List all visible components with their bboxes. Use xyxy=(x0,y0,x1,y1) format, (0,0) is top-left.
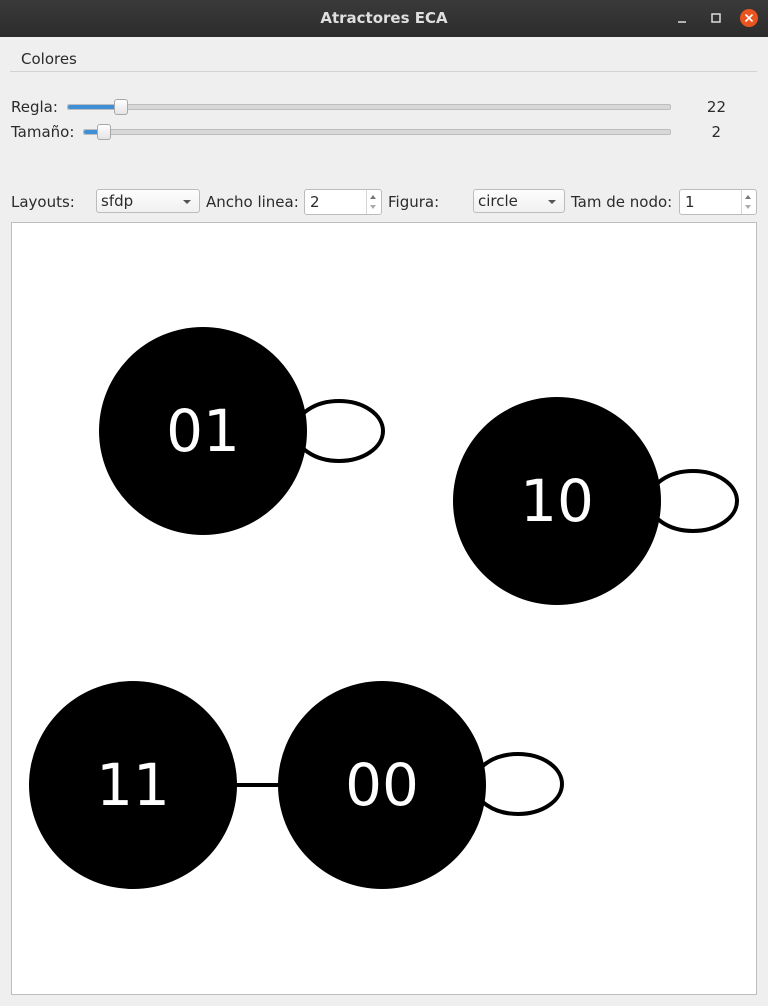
tam-nodo-value[interactable]: 1 xyxy=(685,193,695,211)
tam-nodo-label: Tam de nodo: xyxy=(571,193,673,211)
close-icon xyxy=(740,9,758,27)
title-bar: Atractores ECA xyxy=(0,0,768,37)
graph-node: 11 xyxy=(29,681,237,889)
tamano-slider[interactable] xyxy=(83,124,671,140)
graph-node: 00 xyxy=(278,681,486,889)
tamano-slider-handle[interactable] xyxy=(96,124,111,140)
stepper-down-icon[interactable] xyxy=(370,205,376,209)
figura-select[interactable]: circle xyxy=(473,189,565,213)
regla-slider-handle[interactable] xyxy=(113,99,128,115)
ancho-linea-stepper[interactable] xyxy=(366,190,381,214)
tam-nodo-stepper[interactable] xyxy=(741,190,756,214)
regla-slider-fill xyxy=(68,105,121,109)
regla-label: Regla: xyxy=(11,98,58,116)
tamano-label: Tamaño: xyxy=(11,123,75,141)
maximize-button[interactable] xyxy=(706,8,726,28)
layouts-label: Layouts: xyxy=(11,193,75,211)
tamano-value: 2 xyxy=(711,123,721,141)
node-label: 11 xyxy=(96,751,170,819)
window-title: Atractores ECA xyxy=(320,9,448,27)
menu-colores[interactable]: Colores xyxy=(21,50,77,68)
close-button[interactable] xyxy=(739,8,759,28)
menu-bar: Colores xyxy=(10,46,757,72)
maximize-icon xyxy=(711,13,721,23)
graph-canvas: 01 10 11 00 xyxy=(11,222,757,995)
graph-svg: 01 10 11 00 xyxy=(29,327,739,889)
minimize-icon xyxy=(678,21,686,23)
minimize-button[interactable] xyxy=(672,8,692,28)
node-label: 00 xyxy=(345,751,419,819)
tam-nodo-spinbox[interactable]: 1 xyxy=(679,189,757,215)
layouts-selected: sfdp xyxy=(101,192,134,210)
stepper-up-icon[interactable] xyxy=(370,195,376,199)
graph-node: 01 xyxy=(99,327,307,535)
regla-slider[interactable] xyxy=(67,99,671,115)
node-label: 01 xyxy=(166,397,240,465)
ancho-linea-value[interactable]: 2 xyxy=(310,193,320,211)
ancho-linea-label: Ancho linea: xyxy=(206,193,299,211)
graph-node: 10 xyxy=(453,397,661,605)
self-loop-edge xyxy=(293,399,385,463)
regla-value: 22 xyxy=(706,98,726,116)
figura-label: Figura: xyxy=(388,193,440,211)
self-loop-edge xyxy=(647,469,739,533)
ancho-linea-spinbox[interactable]: 2 xyxy=(304,189,382,215)
stepper-up-icon[interactable] xyxy=(745,195,751,199)
layouts-select[interactable]: sfdp xyxy=(96,189,200,213)
figura-selected: circle xyxy=(478,192,518,210)
node-label: 10 xyxy=(520,467,594,535)
self-loop-edge xyxy=(472,752,564,816)
stepper-down-icon[interactable] xyxy=(745,205,751,209)
chevron-down-icon xyxy=(548,200,556,204)
chevron-down-icon xyxy=(183,200,191,204)
